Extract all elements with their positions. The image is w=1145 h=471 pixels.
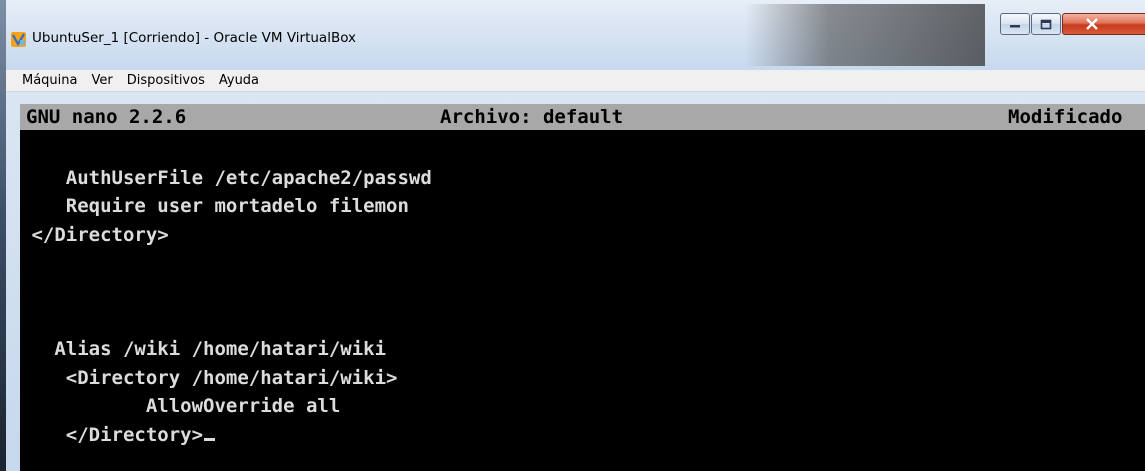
window-title: UbuntuSer_1 [Corriendo] - Oracle VM Virt… bbox=[32, 30, 357, 46]
menu-dispositivos[interactable]: Dispositivos bbox=[127, 73, 205, 88]
virtualbox-app-icon[interactable] bbox=[10, 31, 27, 48]
editor-line: </Directory> bbox=[20, 424, 204, 446]
editor-line: AllowOverride all bbox=[20, 395, 341, 417]
window-controls bbox=[1000, 13, 1145, 37]
nano-title-bar: GNU nano 2.2.6 Archivo: default Modifica… bbox=[20, 104, 1145, 130]
title-bar[interactable]: UbuntuSer_1 [Corriendo] - Oracle VM Virt… bbox=[0, 0, 1145, 70]
editor-line: Require user mortadelo filemon bbox=[20, 195, 409, 217]
maximize-icon bbox=[1040, 19, 1052, 29]
minimize-button[interactable] bbox=[1000, 13, 1030, 35]
menu-bar: Máquina Ver Dispositivos Ayuda bbox=[6, 70, 1145, 92]
virtualbox-window: UbuntuSer_1 [Corriendo] - Oracle VM Virt… bbox=[0, 0, 1145, 471]
close-icon bbox=[1086, 18, 1098, 30]
menu-ayuda[interactable]: Ayuda bbox=[219, 73, 259, 88]
close-button[interactable] bbox=[1062, 13, 1145, 35]
nano-version: GNU nano 2.2.6 bbox=[26, 106, 187, 128]
editor-line: AuthUserFile /etc/apache2/passwd bbox=[20, 167, 432, 189]
editor-line: <Directory /home/hatari/wiki> bbox=[20, 367, 398, 389]
text-cursor bbox=[204, 438, 216, 441]
vm-terminal-screen[interactable]: GNU nano 2.2.6 Archivo: default Modifica… bbox=[20, 104, 1145, 471]
editor-line: </Directory> bbox=[20, 224, 169, 246]
editor-line: Alias /wiki /home/hatari/wiki bbox=[20, 338, 387, 360]
title-bar-shading bbox=[745, 4, 985, 66]
editor-last-line: </Directory> bbox=[20, 423, 216, 447]
nano-filename: Archivo: default bbox=[440, 106, 624, 128]
minimize-icon bbox=[1010, 25, 1020, 28]
menu-maquina[interactable]: Máquina bbox=[22, 73, 78, 88]
menu-ver[interactable]: Ver bbox=[92, 73, 113, 88]
nano-status: Modificado bbox=[1008, 106, 1123, 128]
maximize-button[interactable] bbox=[1031, 13, 1061, 35]
